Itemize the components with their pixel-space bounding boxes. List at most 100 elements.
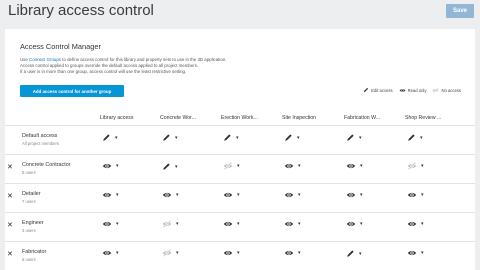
eye-slash-icon xyxy=(223,162,233,170)
panel-description: Use Connect Groups to define access cont… xyxy=(20,57,320,76)
access-row: Default access All project members ▾ ▾ ▾ ▾ ▾ ▾ xyxy=(5,125,475,154)
pencil-icon xyxy=(346,133,355,142)
chevron-down-icon: ▾ xyxy=(420,134,423,141)
eye-slash-icon xyxy=(162,220,172,228)
access-row: ✕ Concrete Contractor 5 users ▾ ▾ ▾ ▾ ▾ ▾ xyxy=(5,154,475,183)
legend-read: Read only xyxy=(399,88,426,93)
group-name: Detailer xyxy=(22,191,41,197)
chevron-down-icon: ▾ xyxy=(237,192,240,198)
access-dropdown[interactable]: ▾ xyxy=(346,162,363,170)
chevron-down-icon: ▾ xyxy=(359,134,362,141)
save-button[interactable]: Save xyxy=(446,4,474,18)
column-header: Erection Work... xyxy=(221,115,258,121)
access-dropdown[interactable]: ▾ xyxy=(162,133,178,142)
chevron-down-icon: ▾ xyxy=(237,221,240,227)
chevron-down-icon: ▾ xyxy=(176,250,179,256)
chevron-down-icon: ▾ xyxy=(116,192,119,198)
chevron-down-icon: ▾ xyxy=(237,250,240,256)
connect-groups-link[interactable]: Connect Groups xyxy=(29,57,61,62)
eye-slash-icon xyxy=(432,87,439,93)
group-member-count: 5 users xyxy=(22,170,36,175)
group-member-count: 6 users xyxy=(22,257,36,262)
group-name: Concrete Contractor xyxy=(22,162,71,168)
access-dropdown[interactable]: ▾ xyxy=(223,133,239,142)
chevron-down-icon: ▾ xyxy=(298,192,301,198)
access-dropdown[interactable]: ▾ xyxy=(162,249,179,257)
remove-group-icon[interactable]: ✕ xyxy=(7,163,13,171)
column-header: Concrete Wor... xyxy=(160,115,196,121)
access-dropdown[interactable]: ▾ xyxy=(284,191,301,199)
access-dropdown[interactable]: ▾ xyxy=(407,191,424,199)
access-dropdown[interactable]: ▾ xyxy=(407,220,424,228)
eye-icon xyxy=(223,220,233,228)
eye-icon xyxy=(346,191,356,199)
eye-icon xyxy=(407,220,417,228)
access-dropdown[interactable]: ▾ xyxy=(284,162,301,170)
pencil-icon xyxy=(162,162,171,171)
page-title: Library access control xyxy=(8,2,154,19)
pencil-icon xyxy=(346,249,355,258)
column-header: Fabrication W... xyxy=(344,115,381,121)
access-dropdown[interactable]: ▾ xyxy=(407,133,423,142)
eye-slash-icon xyxy=(407,162,417,170)
access-dropdown[interactable]: ▾ xyxy=(407,249,424,257)
chevron-down-icon: ▾ xyxy=(360,221,363,227)
access-control-panel: Access Control Manager Use Connect Group… xyxy=(5,29,475,270)
access-dropdown[interactable]: ▾ xyxy=(346,191,363,199)
chevron-down-icon: ▾ xyxy=(421,192,424,198)
group-member-count: 7 users xyxy=(22,199,36,204)
eye-icon xyxy=(284,249,294,257)
add-access-control-button[interactable]: Add access control for another group xyxy=(20,85,124,97)
access-dropdown[interactable]: ▾ xyxy=(102,191,119,199)
chevron-down-icon: ▾ xyxy=(176,192,179,198)
eye-icon xyxy=(399,88,406,93)
chevron-down-icon: ▾ xyxy=(237,163,240,169)
group-name: Fabricator xyxy=(22,249,47,255)
pencil-icon xyxy=(363,87,369,93)
chevron-down-icon: ▾ xyxy=(175,134,178,141)
access-dropdown[interactable]: ▾ xyxy=(102,220,119,228)
eye-icon xyxy=(407,249,417,257)
access-dropdown[interactable]: ▾ xyxy=(162,191,179,199)
access-dropdown[interactable]: ▾ xyxy=(346,220,363,228)
eye-icon xyxy=(284,162,294,170)
column-header: Shop Review ... xyxy=(405,115,442,121)
access-dropdown[interactable]: ▾ xyxy=(284,133,300,142)
remove-group-icon[interactable]: ✕ xyxy=(7,250,13,258)
legend-none-label: No access xyxy=(441,87,461,93)
chevron-down-icon: ▾ xyxy=(175,163,178,170)
eye-icon xyxy=(102,220,112,228)
chevron-down-icon: ▾ xyxy=(360,192,363,198)
access-dropdown[interactable]: ▾ xyxy=(102,249,119,257)
remove-group-icon[interactable]: ✕ xyxy=(7,192,13,200)
pencil-icon xyxy=(162,133,171,142)
eye-icon xyxy=(346,220,356,228)
access-dropdown[interactable]: ▾ xyxy=(223,220,240,228)
access-dropdown[interactable]: ▾ xyxy=(407,162,424,170)
access-dropdown[interactable]: ▾ xyxy=(102,162,119,170)
chevron-down-icon: ▾ xyxy=(359,250,362,257)
access-dropdown[interactable]: ▾ xyxy=(162,162,178,171)
access-dropdown[interactable]: ▾ xyxy=(102,133,118,142)
access-dropdown[interactable]: ▾ xyxy=(162,220,179,228)
remove-group-icon[interactable]: ✕ xyxy=(7,221,13,229)
eye-icon xyxy=(102,162,112,170)
eye-icon xyxy=(102,191,112,199)
access-dropdown[interactable]: ▾ xyxy=(223,162,240,170)
column-header: Site Inspection xyxy=(282,115,317,121)
access-dropdown[interactable]: ▾ xyxy=(346,249,362,258)
access-dropdown[interactable]: ▾ xyxy=(223,191,240,199)
access-dropdown[interactable]: ▾ xyxy=(284,220,301,228)
chevron-down-icon: ▾ xyxy=(360,163,363,169)
chevron-down-icon: ▾ xyxy=(116,221,119,227)
eye-icon xyxy=(284,191,294,199)
desc-line-3: If a user is in more than one group, acc… xyxy=(20,69,187,75)
legend-edit: Edit access xyxy=(363,87,393,93)
column-header: Library access xyxy=(100,115,134,121)
pencil-icon xyxy=(223,133,232,142)
access-dropdown[interactable]: ▾ xyxy=(223,249,240,257)
chevron-down-icon: ▾ xyxy=(176,221,179,227)
access-dropdown[interactable]: ▾ xyxy=(346,133,362,142)
access-dropdown[interactable]: ▾ xyxy=(284,249,301,257)
group-member-count: 3 users xyxy=(22,228,36,233)
